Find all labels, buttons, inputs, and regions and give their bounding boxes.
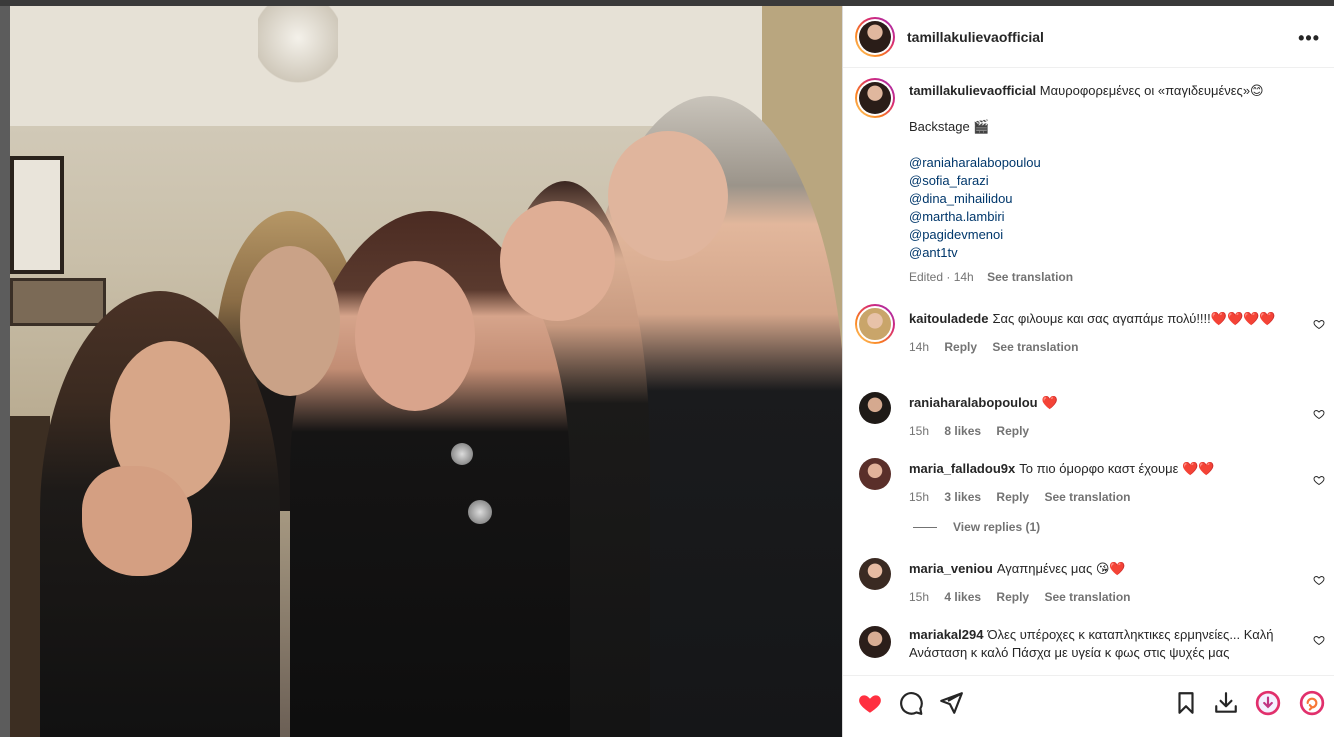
author-username[interactable]: tamillakulievaofficial (907, 29, 1044, 45)
see-translation-link[interactable]: See translation (992, 340, 1078, 354)
comment-text: Σας φιλουμε και σας αγαπάμε πολύ!!!!❤️❤️… (992, 311, 1276, 326)
comment-item: mariakal294 Όλες υπέροχες κ καταπληκτικες… (855, 626, 1325, 678)
comment-like-heart-icon[interactable] (1313, 408, 1325, 420)
more-options-icon[interactable]: ••• (1298, 28, 1320, 49)
bookmark-icon[interactable] (1173, 690, 1199, 716)
view-replies-button[interactable]: View replies (1) (913, 520, 1040, 534)
photo-shelf (10, 278, 106, 326)
caption-line-backstage: Backstage 🎬 (909, 119, 990, 134)
comment-time: 15h (909, 424, 930, 438)
comment-like-heart-icon[interactable] (1313, 574, 1325, 586)
comment-username[interactable]: maria_falladou9x (909, 461, 1015, 476)
reply-button[interactable]: Reply (996, 590, 1029, 604)
download-circle-icon[interactable] (1255, 690, 1281, 716)
photo-wall-frame (10, 156, 64, 274)
photo-face-5 (608, 131, 728, 261)
comment-avatar[interactable] (855, 304, 895, 344)
share-icon[interactable] (938, 690, 964, 716)
comment-avatar[interactable] (859, 458, 891, 490)
mention-link[interactable]: @raniaharalabopoulou (909, 154, 1319, 172)
comment-avatar[interactable] (859, 558, 891, 590)
comment-username[interactable]: mariakal294 (909, 627, 983, 642)
comment-like-heart-icon[interactable] (1313, 474, 1325, 486)
download-icon[interactable] (1213, 690, 1239, 716)
caption-author-avatar[interactable] (855, 78, 895, 118)
comment-likes[interactable]: 3 likes (944, 490, 981, 504)
mention-link[interactable]: @dina_mihailidou (909, 190, 1319, 208)
comment-username[interactable]: maria_veniou (909, 561, 993, 576)
comment-item: kaitouladede Σας φιλουμε και σας αγαπάμε … (855, 304, 1325, 356)
comment-avatar[interactable] (859, 626, 891, 658)
comment-text: ❤️ (1041, 395, 1058, 410)
author-avatar[interactable] (855, 16, 895, 57)
caption-timestamp: Edited · 14h (909, 270, 974, 284)
photo-face-4 (500, 201, 615, 321)
comment-text: Αγαπημένες μας 😘❤️ (996, 561, 1126, 576)
photo-face-3 (355, 261, 475, 411)
caption-text: Μαυροφορεμένες οι «παγιδευμένες»😊 (1039, 83, 1264, 98)
comment-text: Το πιο όμορφο καστ έχουμε ❤️❤️ (1019, 461, 1215, 476)
mention-link[interactable]: @ant1tv (909, 244, 1319, 262)
caption-username[interactable]: tamillakulievaofficial (909, 83, 1036, 98)
post-header: tamillakulievaofficial ••• (843, 6, 1334, 68)
photo-coat-button (468, 500, 492, 524)
comment-avatar[interactable] (859, 392, 891, 424)
view-replies-line (913, 526, 937, 528)
comment-likes[interactable]: 8 likes (944, 424, 981, 438)
photo-lamp (258, 6, 338, 86)
reply-button[interactable]: Reply (996, 490, 1029, 504)
comment-likes[interactable]: 4 likes (944, 590, 981, 604)
reply-button[interactable]: Reply (944, 340, 977, 354)
comment-username[interactable]: kaitouladede (909, 311, 988, 326)
see-translation-link[interactable]: See translation (1044, 590, 1130, 604)
mention-link[interactable]: @sofia_farazi (909, 172, 1319, 190)
comment-item: maria_veniou Αγαπημένες μας 😘❤️ 15h 4 lik… (855, 558, 1325, 606)
comment-time: 14h (909, 340, 930, 354)
post-caption: tamillakulievaofficial Μαυροφορεμένες οι… (855, 78, 1325, 286)
mention-link[interactable]: @martha.lambiri (909, 208, 1319, 226)
mention-link[interactable]: @pagidevmenoi (909, 226, 1319, 244)
photo-hand (82, 466, 192, 576)
post-side-panel: tamillakulievaofficial ••• tamillakuliev… (842, 6, 1334, 737)
comment-time: 15h (909, 490, 930, 504)
comment-icon[interactable] (898, 690, 924, 716)
see-translation-link[interactable]: See translation (1044, 490, 1130, 504)
comment-item: maria_falladou9x Το πιο όμορφο καστ έχουμ… (855, 458, 1325, 506)
comment-item: raniaharalabopoulou ❤️ 15h 8 likes Reply (855, 392, 1325, 440)
photo-coat-button (451, 443, 473, 465)
post-action-bar (843, 675, 1334, 737)
comment-time: 15h (909, 590, 930, 604)
heart-icon[interactable] (857, 690, 883, 716)
comment-like-heart-icon[interactable] (1313, 318, 1325, 330)
comment-like-heart-icon[interactable] (1313, 634, 1325, 646)
see-translation-link[interactable]: See translation (987, 270, 1073, 284)
post-photo[interactable] (10, 6, 842, 737)
comment-username[interactable]: raniaharalabopoulou (909, 395, 1038, 410)
reply-button[interactable]: Reply (996, 424, 1029, 438)
photo-face-2 (240, 246, 340, 396)
view-replies-label: View replies (1) (953, 520, 1041, 534)
rotate-icon[interactable] (1299, 690, 1325, 716)
